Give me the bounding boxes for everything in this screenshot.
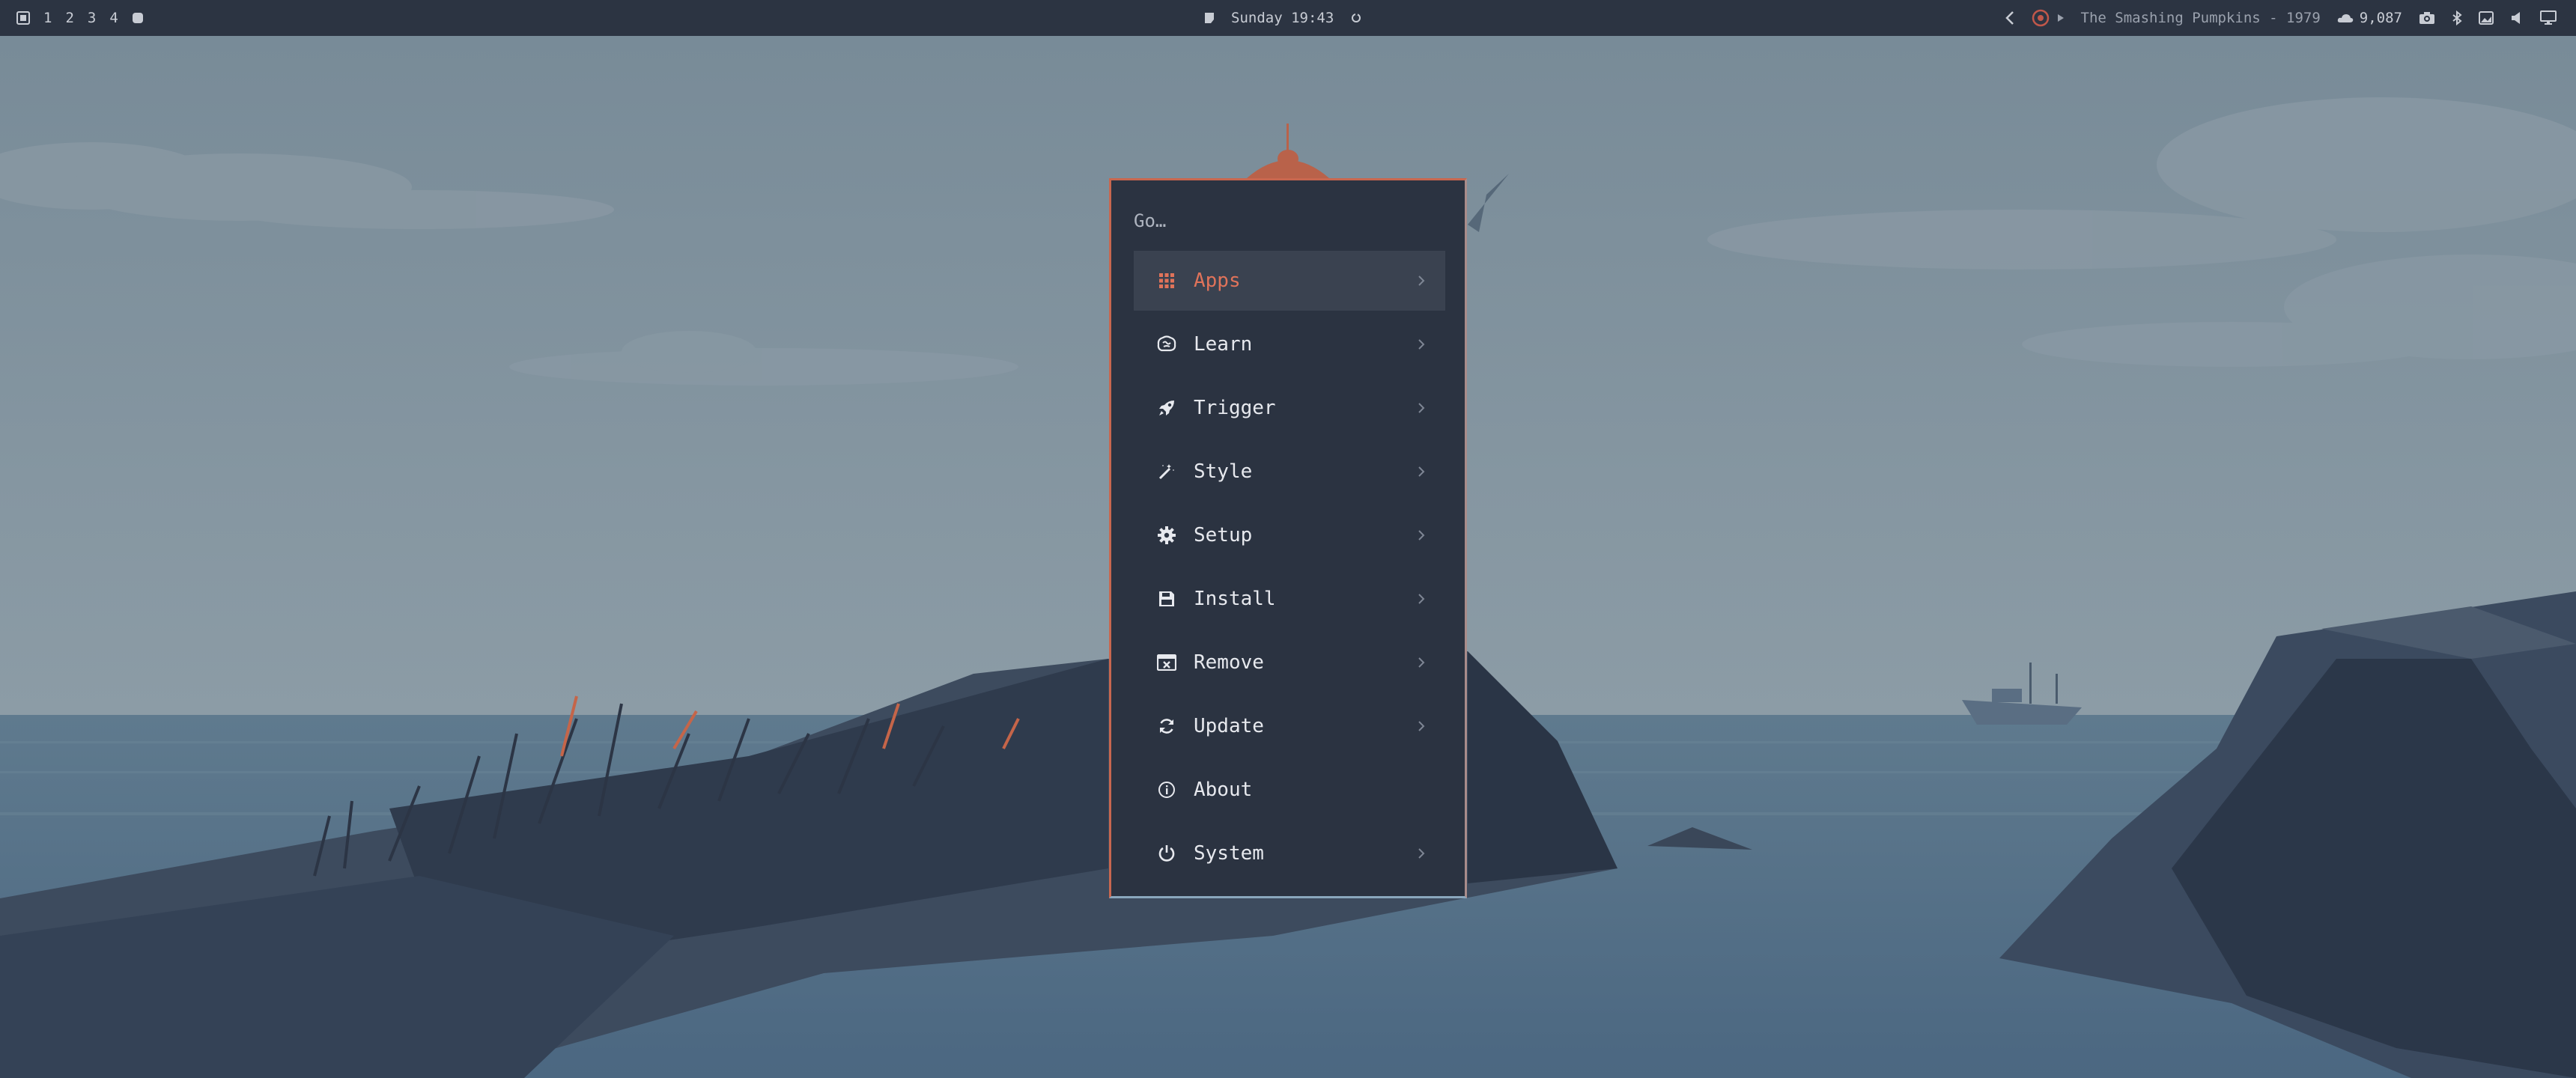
menu-item-apps[interactable]: Apps <box>1134 251 1445 311</box>
chevron-right-icon <box>1414 654 1429 672</box>
menu-item-label: Install <box>1194 588 1276 610</box>
weather-value: 9,087 <box>2359 10 2402 26</box>
chevron-right-icon <box>1414 335 1429 353</box>
menu-item-style[interactable]: Style <box>1134 442 1445 502</box>
menu-item-label: Trigger <box>1194 397 1276 419</box>
menu-item-label: Learn <box>1194 333 1253 356</box>
brain-icon <box>1156 334 1177 355</box>
rocket-icon <box>1156 398 1177 418</box>
workspace-4[interactable]: 4 <box>109 10 118 26</box>
workspace-switcher: 1 2 3 4 <box>16 0 144 36</box>
menu-item-trigger[interactable]: Trigger <box>1134 378 1445 438</box>
menu-item-label: System <box>1194 842 1264 865</box>
launcher-menu: Go… Apps Learn Trigger Style Setup Insta… <box>1109 178 1467 898</box>
chevron-right-icon <box>1414 463 1429 481</box>
chevron-right-icon <box>1414 399 1429 417</box>
refresh-small-icon[interactable] <box>1350 12 1362 24</box>
menu-item-label: Apps <box>1194 270 1241 292</box>
menu-item-update[interactable]: Update <box>1134 696 1445 756</box>
layout-icon[interactable] <box>16 11 30 25</box>
menu-item-label: Style <box>1194 460 1253 483</box>
menu-item-label: Setup <box>1194 524 1253 546</box>
top-bar: 1 2 3 4 Sunday 19:43 The Smashing Pumpki… <box>0 0 2576 36</box>
menu-item-label: Remove <box>1194 651 1264 674</box>
volume-icon[interactable] <box>2510 11 2524 25</box>
menu-item-setup[interactable]: Setup <box>1134 505 1445 565</box>
search-prompt[interactable]: Go… <box>1134 210 1166 231</box>
chevron-right-icon <box>1414 526 1429 544</box>
display-icon[interactable] <box>2540 10 2557 25</box>
gear-icon <box>1156 525 1177 546</box>
status-area: The Smashing Pumpkins - 1979 9,087 <box>2005 0 2557 36</box>
menu-item-install[interactable]: Install <box>1134 569 1445 629</box>
workspace-3[interactable]: 3 <box>88 10 96 26</box>
clock-area: Sunday 19:43 <box>1204 0 1362 36</box>
bluetooth-icon[interactable] <box>2452 10 2462 25</box>
music-player-icon[interactable] <box>2032 9 2065 27</box>
clock[interactable]: Sunday 19:43 <box>1231 10 1334 26</box>
chevron-left-icon[interactable] <box>2005 10 2015 25</box>
menu-item-label: About <box>1194 779 1253 801</box>
chevron-right-icon <box>1414 272 1429 290</box>
camera-icon[interactable] <box>2419 11 2435 25</box>
window-close-icon <box>1156 652 1177 673</box>
floppy-disk-icon <box>1156 588 1177 609</box>
workspace-indicator-icon[interactable] <box>132 12 144 24</box>
menu-item-learn[interactable]: Learn <box>1134 314 1445 374</box>
menu-item-about[interactable]: About <box>1134 760 1445 820</box>
now-playing[interactable]: The Smashing Pumpkins - 1979 <box>2081 10 2321 26</box>
workspace-2[interactable]: 2 <box>65 10 73 26</box>
grid-icon <box>1156 270 1177 291</box>
workspace-1[interactable]: 1 <box>43 10 52 26</box>
weather-icon <box>2337 13 2354 23</box>
menu-item-label: Update <box>1194 715 1264 737</box>
screen-icon[interactable] <box>2479 11 2494 25</box>
power-icon <box>1156 843 1177 864</box>
chevron-right-icon <box>1414 717 1429 735</box>
chevron-right-icon <box>1414 590 1429 608</box>
menu-list: Apps Learn Trigger Style Setup Install R… <box>1134 251 1445 887</box>
notes-icon[interactable] <box>1204 12 1215 24</box>
info-icon <box>1156 779 1177 800</box>
menu-item-remove[interactable]: Remove <box>1134 633 1445 692</box>
chevron-right-icon <box>1414 844 1429 862</box>
menu-item-system[interactable]: System <box>1134 823 1445 883</box>
magic-wand-icon <box>1156 461 1177 482</box>
refresh-icon <box>1156 716 1177 737</box>
